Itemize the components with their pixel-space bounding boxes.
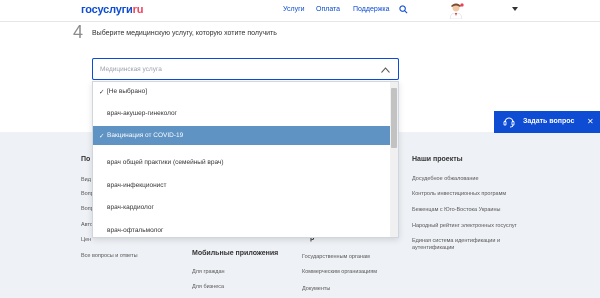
footer-col3-link[interactable]: Государственным органам	[302, 254, 370, 260]
check-icon: ✓	[99, 133, 105, 140]
footer-project-link[interactable]: Беженцам с Юго-Востока Украины	[412, 207, 500, 213]
footer-project-link[interactable]: Единая система идентификации и	[412, 238, 500, 244]
chevron-up-icon[interactable]	[381, 67, 390, 73]
chat-support-icon	[503, 117, 515, 128]
ask-question-button[interactable]: Задать вопрос ✕	[494, 111, 600, 133]
search-icon[interactable]	[399, 5, 408, 14]
footer-all-questions-link[interactable]: Все вопросы и ответы	[81, 253, 138, 259]
nav-services[interactable]: Услуги	[283, 6, 305, 13]
footer-col1-link[interactable]: Вид	[81, 177, 91, 183]
footer-project-link-cont[interactable]: аутентификации	[412, 245, 454, 251]
dropdown-option[interactable]: ✓ [Не выбрано]	[93, 82, 391, 101]
footer-project-link[interactable]: Контроль инвестиционных программ	[412, 191, 506, 197]
chevron-down-icon[interactable]	[512, 7, 518, 12]
top-header: госуслугиru Услуги Оплата Поддержка	[0, 0, 600, 22]
dropdown-option[interactable]: врач-инфекционист	[93, 176, 391, 195]
footer-col1-heading: По	[81, 156, 91, 163]
option-label: врач-акушер-гинеколог	[107, 110, 177, 117]
dropdown-option[interactable]: врач-кардиолог	[93, 198, 391, 217]
nav-payment[interactable]: Оплата	[316, 6, 340, 13]
option-label: врач-кардиолог	[107, 204, 154, 211]
check-icon: ✓	[99, 89, 105, 96]
logo-text-main: госуслуги	[81, 4, 133, 16]
medical-service-dropdown: ✓ [Не выбрано] врач-акушер-гинеколог ✓ В…	[92, 81, 399, 238]
option-label: врач-инфекционист	[107, 182, 167, 189]
step-instruction: Выберите медицинскую услугу, которую хот…	[92, 30, 277, 37]
dropdown-option-selected[interactable]: ✓ Вакцинация от COVID-19	[93, 126, 391, 145]
page: госуслугиru Услуги Оплата Поддержка 4 Вы…	[0, 0, 600, 298]
close-icon[interactable]: ✕	[587, 117, 594, 126]
footer-project-link[interactable]: Народный рейтинг электронных госуслуг	[412, 223, 517, 229]
option-label: [Не выбрано]	[107, 88, 148, 95]
footer-col3-link[interactable]: Документы	[302, 286, 330, 292]
scrollbar-thumb[interactable]	[391, 88, 397, 148]
option-label: врач-офтальмолог	[107, 227, 164, 234]
footer-mobile-link[interactable]: Для граждан	[192, 269, 225, 275]
nav-support[interactable]: Поддержка	[353, 6, 390, 13]
footer-col3-link[interactable]: Коммерческим организациям	[302, 269, 377, 275]
dropdown-option[interactable]: врач-акушер-гинеколог	[93, 104, 391, 123]
footer-project-link[interactable]: Досудебное обжалование	[412, 176, 479, 182]
footer-col1-link[interactable]: Цен	[81, 237, 91, 243]
user-avatar-icon[interactable]	[448, 2, 464, 19]
ask-question-label: Задать вопрос	[523, 118, 575, 125]
medical-service-select[interactable]: Медицинская услуга	[92, 58, 399, 80]
step-number: 4	[73, 22, 84, 42]
dropdown-option[interactable]: врач общей практики (семейный врач)	[93, 153, 391, 172]
option-label: Вакцинация от COVID-19	[107, 132, 184, 139]
footer-projects-heading: Наши проекты	[412, 156, 463, 163]
dropdown-scrollbar[interactable]	[390, 82, 398, 237]
footer-mobile-apps-heading: Мобильные приложения	[192, 250, 279, 257]
footer-mobile-link[interactable]: Для бизнеса	[192, 284, 224, 290]
select-placeholder: Медицинская услуга	[100, 66, 162, 73]
option-label: врач общей практики (семейный врач)	[107, 159, 224, 166]
logo-text-ru: ru	[132, 4, 144, 16]
dropdown-option[interactable]: врач-офтальмолог	[93, 221, 391, 237]
gosuslugi-logo[interactable]: госуслугиru	[81, 4, 143, 16]
